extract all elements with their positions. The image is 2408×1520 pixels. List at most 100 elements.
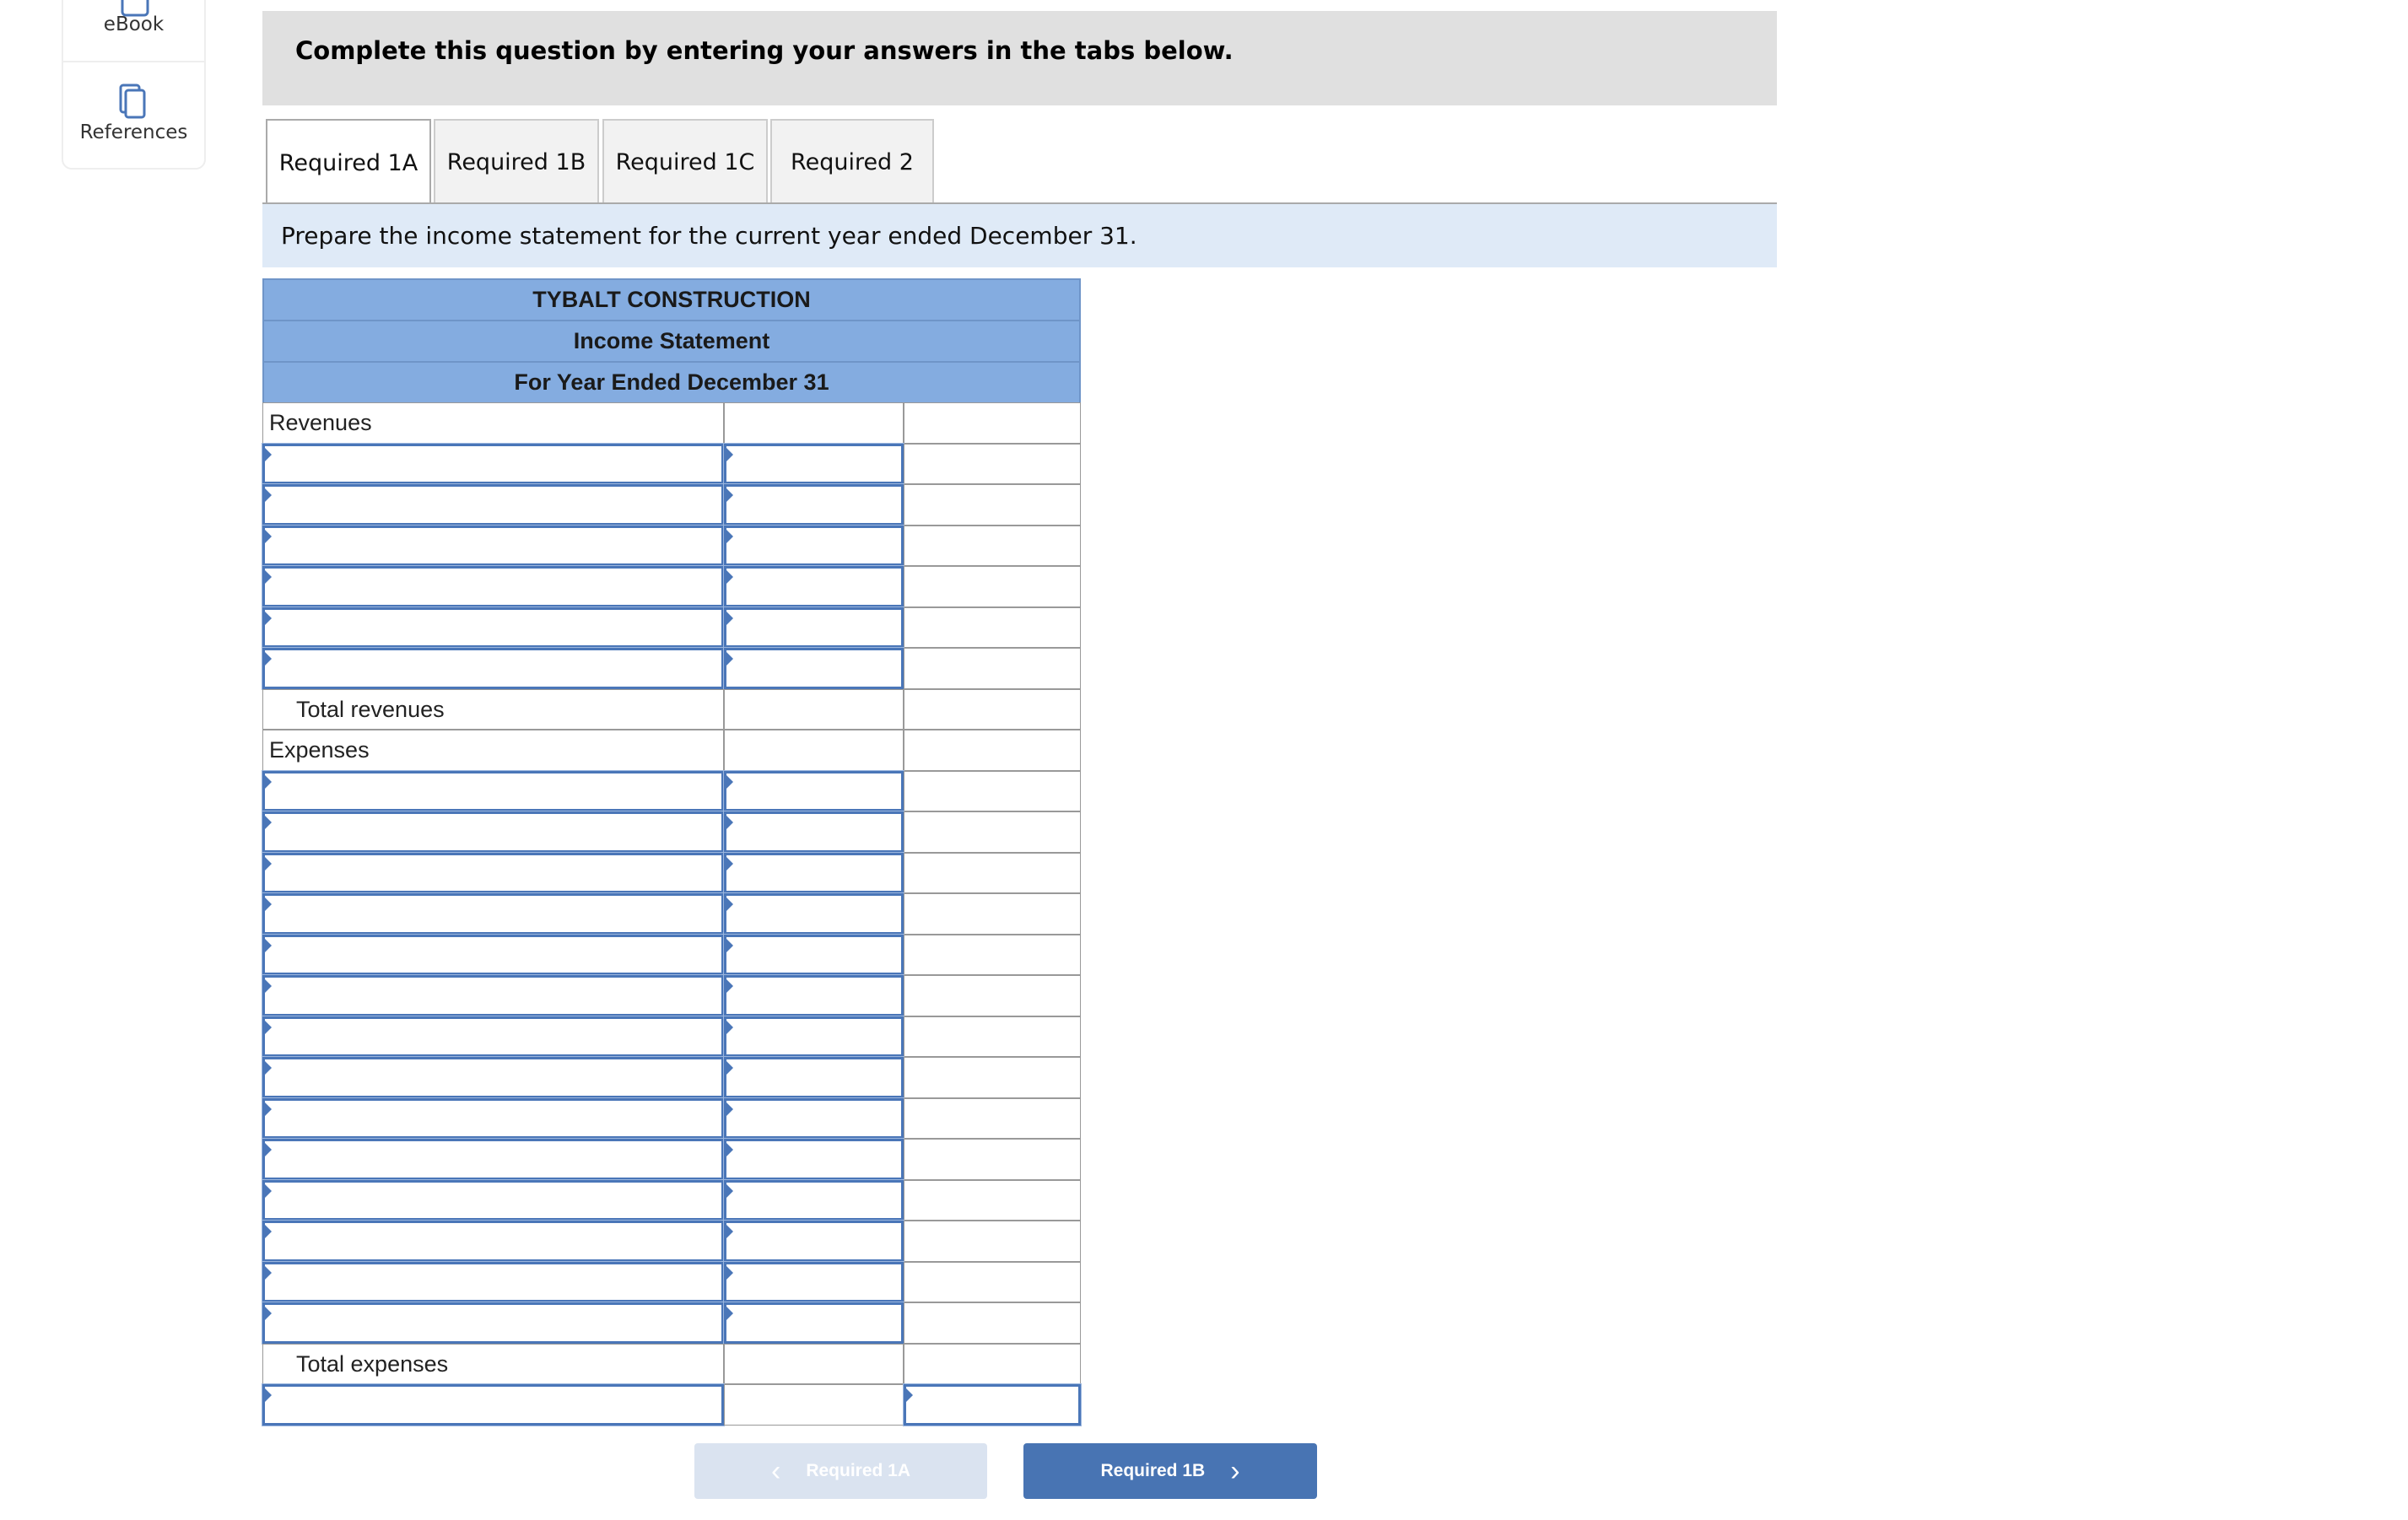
- empty-cell: [904, 770, 1081, 811]
- amount-input[interactable]: [723, 483, 904, 526]
- account-dropdown[interactable]: [262, 1097, 725, 1140]
- account-dropdown[interactable]: [262, 769, 725, 812]
- empty-cell: [904, 975, 1081, 1016]
- amount-input[interactable]: [723, 606, 904, 649]
- references-label: References: [79, 121, 188, 143]
- amount-input[interactable]: [723, 811, 904, 854]
- amount-input[interactable]: [723, 1097, 904, 1140]
- amount-input[interactable]: [723, 933, 904, 976]
- empty-cell: [724, 688, 904, 730]
- account-dropdown[interactable]: [262, 1056, 725, 1099]
- instruction-box: Complete this question by entering your …: [262, 11, 1777, 105]
- account-dropdown[interactable]: [262, 1302, 725, 1345]
- amount-input[interactable]: [723, 1260, 904, 1303]
- empty-cell: [904, 811, 1081, 853]
- empty-cell: [904, 1221, 1081, 1262]
- empty-cell: [904, 402, 1081, 444]
- amount-input[interactable]: [723, 974, 904, 1017]
- empty-cell: [724, 1343, 904, 1384]
- total-label: Total expenses: [262, 1343, 724, 1384]
- empty-cell: [724, 1384, 904, 1426]
- input-row: [262, 483, 1081, 526]
- ebook-label: eBook: [103, 13, 165, 35]
- empty-cell: [904, 566, 1081, 607]
- tab-required-2[interactable]: Required 2: [770, 119, 934, 203]
- prev-button[interactable]: ‹ Required 1A: [694, 1443, 987, 1499]
- ebook-button[interactable]: eBook: [63, 0, 204, 61]
- input-row: [262, 524, 1081, 567]
- account-dropdown[interactable]: [262, 1220, 725, 1263]
- amount-input[interactable]: [723, 442, 904, 485]
- amount-input[interactable]: [723, 647, 904, 690]
- input-row: [262, 933, 1081, 976]
- input-row: [262, 647, 1081, 690]
- prev-label: Required 1A: [806, 1461, 911, 1480]
- input-row: [262, 1097, 1081, 1140]
- label-row: Total revenues: [262, 688, 1081, 730]
- input-row: [262, 1015, 1081, 1058]
- input-row: [262, 565, 1081, 608]
- statement-period: For Year Ended December 31: [262, 361, 1081, 402]
- empty-cell: [904, 606, 1081, 648]
- amount-input[interactable]: [723, 851, 904, 894]
- amount-input[interactable]: [723, 1178, 904, 1221]
- account-dropdown[interactable]: [262, 606, 725, 649]
- account-dropdown[interactable]: [262, 892, 725, 935]
- net-income-row: [262, 1383, 1082, 1426]
- chevron-right-icon: ›: [1230, 1454, 1240, 1487]
- account-dropdown[interactable]: [262, 483, 725, 526]
- input-row: [262, 974, 1081, 1017]
- amount-input[interactable]: [723, 1302, 904, 1345]
- input-row: [262, 769, 1081, 812]
- net-income-label-dropdown[interactable]: [262, 1383, 725, 1426]
- amount-input[interactable]: [723, 769, 904, 812]
- prompt-text: Prepare the income statement for the cur…: [281, 222, 1137, 250]
- references-button[interactable]: References: [63, 62, 204, 168]
- account-dropdown[interactable]: [262, 1138, 725, 1181]
- input-row: [262, 1178, 1081, 1221]
- account-dropdown[interactable]: [262, 974, 725, 1017]
- empty-cell: [904, 688, 1081, 730]
- empty-cell: [904, 525, 1081, 566]
- empty-cell: [904, 730, 1081, 771]
- empty-cell: [904, 1139, 1081, 1180]
- next-button[interactable]: Required 1B ›: [1023, 1443, 1317, 1499]
- account-dropdown[interactable]: [262, 1260, 725, 1303]
- account-dropdown[interactable]: [262, 565, 725, 608]
- empty-cell: [904, 1343, 1081, 1384]
- empty-cell: [904, 1016, 1081, 1057]
- input-row: [262, 1220, 1081, 1263]
- amount-input[interactable]: [723, 1220, 904, 1263]
- amount-input[interactable]: [723, 1138, 904, 1181]
- account-dropdown[interactable]: [262, 811, 725, 854]
- empty-cell: [904, 1261, 1081, 1302]
- amount-input[interactable]: [723, 565, 904, 608]
- chevron-left-icon: ‹: [770, 1454, 781, 1487]
- instruction-text: Complete this question by entering your …: [295, 36, 1234, 65]
- account-dropdown[interactable]: [262, 1178, 725, 1221]
- account-dropdown[interactable]: [262, 524, 725, 567]
- account-dropdown[interactable]: [262, 851, 725, 894]
- empty-cell: [904, 648, 1081, 689]
- company-name: TYBALT CONSTRUCTION: [262, 278, 1081, 320]
- amount-input[interactable]: [723, 892, 904, 935]
- account-dropdown[interactable]: [262, 1015, 725, 1058]
- empty-cell: [904, 893, 1081, 935]
- net-income-input[interactable]: [903, 1383, 1082, 1426]
- input-row: [262, 1056, 1081, 1099]
- input-row: [262, 892, 1081, 935]
- tab-required-1b[interactable]: Required 1B: [434, 119, 599, 203]
- empty-cell: [904, 1057, 1081, 1098]
- input-row: [262, 606, 1081, 649]
- tab-required-1a[interactable]: Required 1A: [266, 119, 431, 205]
- empty-cell: [904, 1179, 1081, 1221]
- amount-input[interactable]: [723, 1056, 904, 1099]
- tab-required-1c[interactable]: Required 1C: [602, 119, 768, 203]
- amount-input[interactable]: [723, 1015, 904, 1058]
- amount-input[interactable]: [723, 524, 904, 567]
- account-dropdown[interactable]: [262, 647, 725, 690]
- account-dropdown[interactable]: [262, 933, 725, 976]
- label-row: Revenues: [262, 402, 1081, 444]
- income-statement-table: TYBALT CONSTRUCTION Income Statement For…: [262, 278, 1082, 1426]
- account-dropdown[interactable]: [262, 442, 725, 485]
